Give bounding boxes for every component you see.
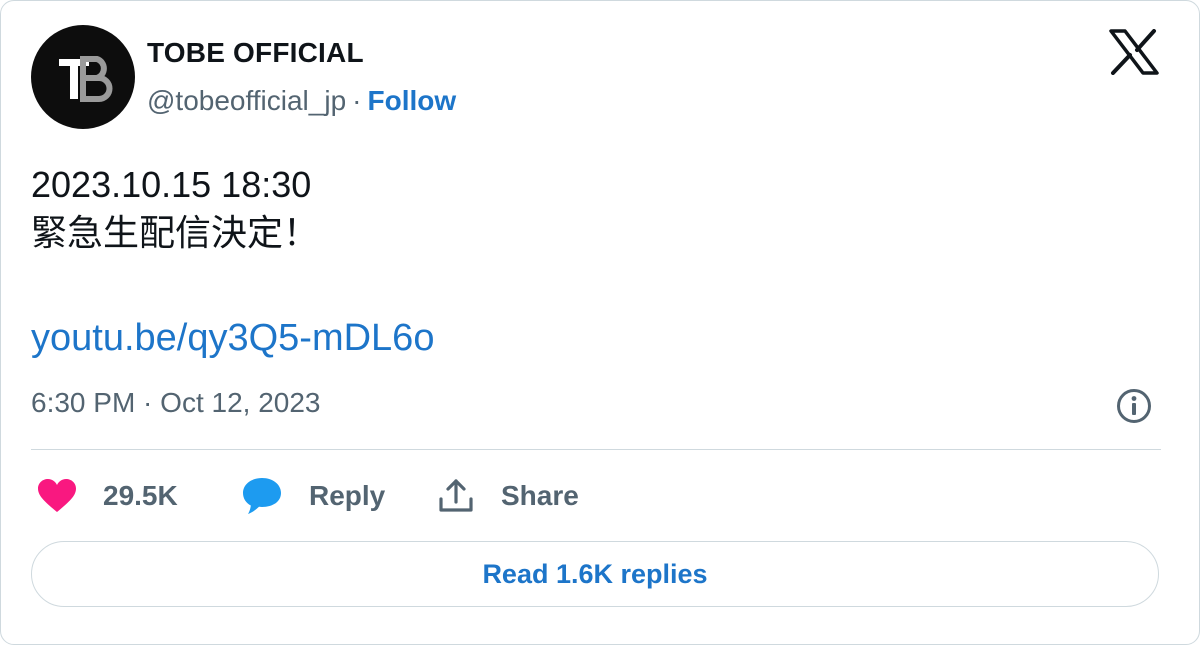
heart-icon [38,479,76,512]
follow-button[interactable]: Follow [367,85,456,116]
x-logo-icon[interactable] [1109,29,1159,75]
separator-dot: · [352,85,362,116]
author-handle[interactable]: @tobeofficial_jp [147,85,346,116]
reply-label: Reply [309,480,386,511]
read-replies-button[interactable]: Read 1.6K replies [31,541,1159,607]
author-name[interactable]: TOBE OFFICIAL [147,37,364,69]
info-icon[interactable] [1115,387,1153,425]
tweet-line: 緊急生配信決定！ [31,212,320,253]
divider [31,449,1161,450]
tweet-card: TOBE OFFICIAL @tobeofficial_jp · Follow 20… [0,0,1200,645]
tobe-logo-icon [59,56,113,102]
tweet-link[interactable]: youtu.be/qy3Q5-mDL6o [31,317,434,360]
author-handle-row: @tobeofficial_jp · Follow [147,85,456,117]
share-button[interactable]: Share [437,471,579,521]
like-count: 29.5K [103,480,178,511]
like-button[interactable]: 29.5K [37,471,178,521]
tweet-line: 2023.10.15 18:30 [31,164,312,205]
author-avatar[interactable] [31,25,135,129]
reply-bubble-icon [243,478,281,514]
share-upload-icon [439,479,473,512]
share-label: Share [501,480,579,511]
tweet-timestamp[interactable]: 6:30 PM · Oct 12, 2023 [31,387,321,419]
tweet-text: 2023.10.15 18:30 緊急生配信決定！ [31,161,319,257]
reply-button[interactable]: Reply [241,471,385,521]
